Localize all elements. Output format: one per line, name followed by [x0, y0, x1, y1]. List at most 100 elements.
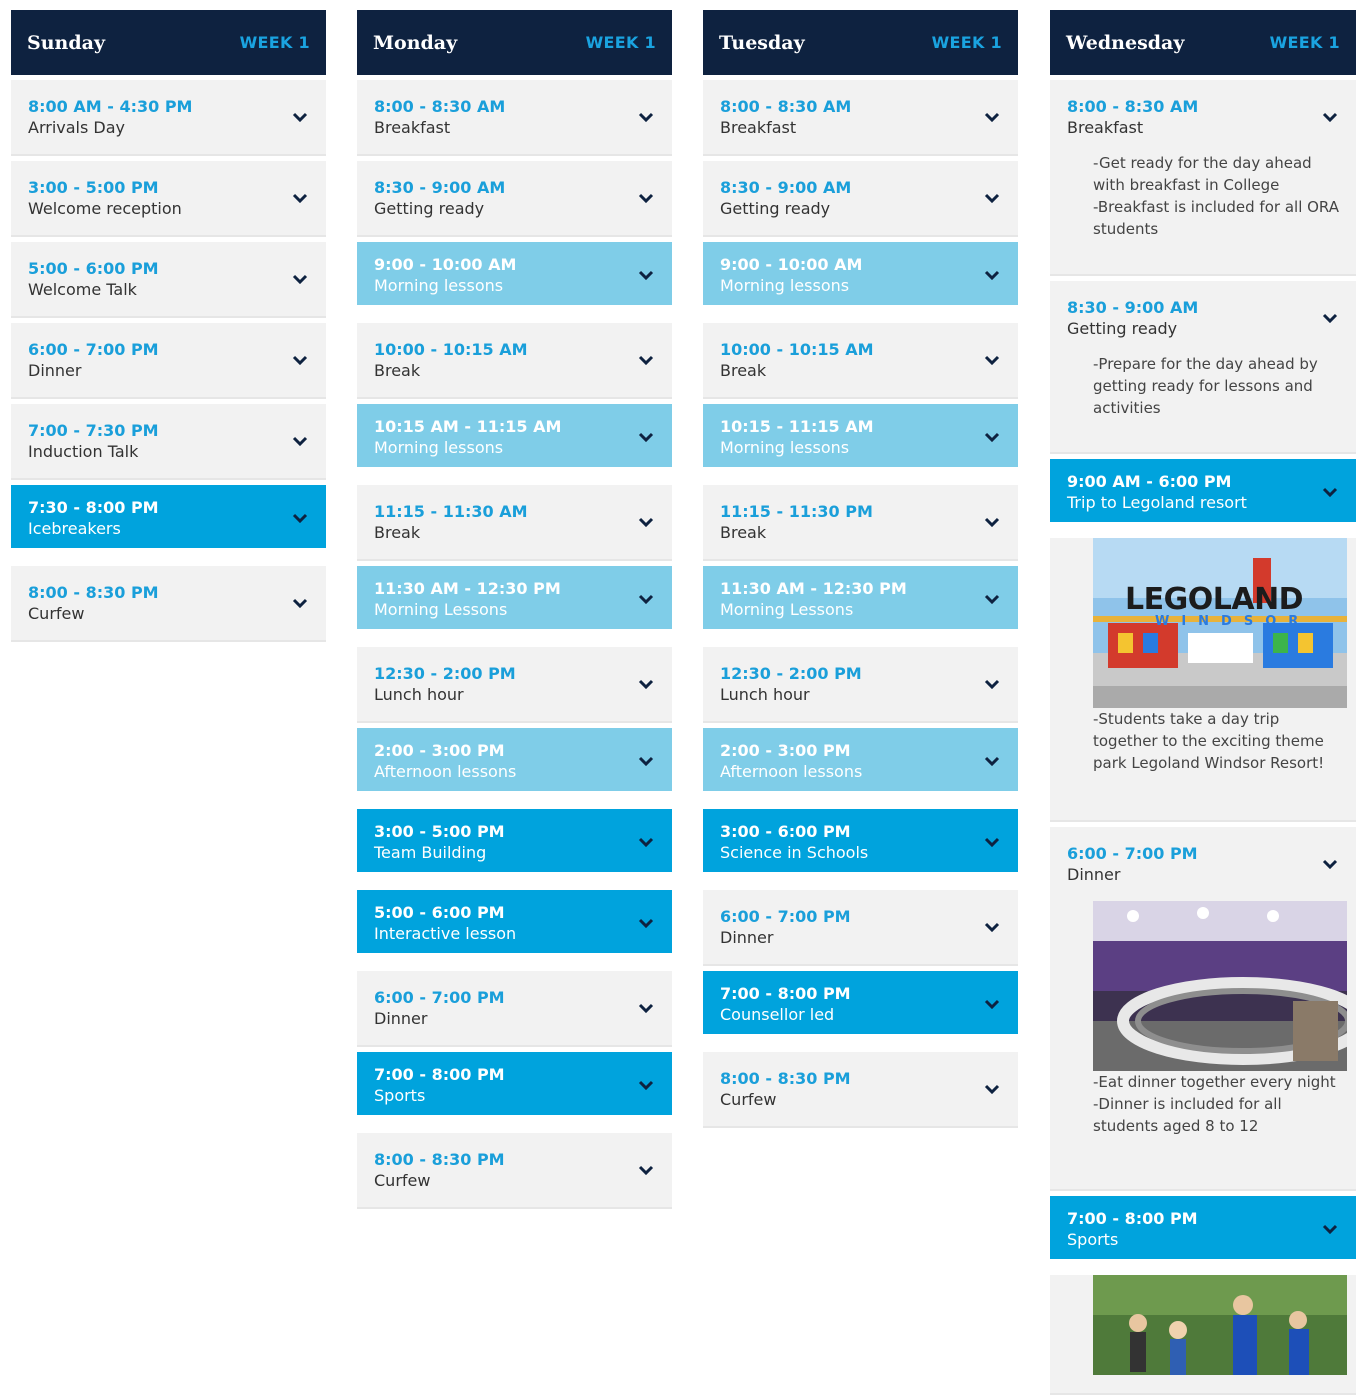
schedule-item[interactable]: 8:30 - 9:00 AM Getting ready [357, 161, 672, 237]
chevron-down-icon[interactable] [292, 274, 308, 284]
chevron-down-icon[interactable] [1322, 487, 1338, 497]
chevron-down-icon[interactable] [638, 355, 654, 365]
chevron-down-icon[interactable] [638, 270, 654, 280]
chevron-down-icon[interactable] [984, 837, 1000, 847]
chevron-down-icon[interactable] [984, 756, 1000, 766]
chevron-down-icon[interactable] [292, 436, 308, 446]
chevron-down-icon[interactable] [638, 1080, 654, 1090]
chevron-down-icon[interactable] [638, 1165, 654, 1175]
item-time: 9:00 - 10:00 AM [720, 255, 863, 274]
chevron-down-icon[interactable] [1322, 112, 1338, 122]
chevron-down-icon[interactable] [638, 679, 654, 689]
item-label: Morning lessons [374, 276, 504, 295]
schedule-item-expanded[interactable]: 6:00 - 7:00 PM Dinner -Eat dinner togeth… [1050, 827, 1356, 1191]
item-label: Break [720, 361, 767, 380]
schedule-item[interactable]: 3:00 - 5:00 PM Welcome reception [11, 161, 326, 237]
chevron-down-icon[interactable] [638, 837, 654, 847]
chevron-down-icon[interactable] [638, 193, 654, 203]
chevron-down-icon[interactable] [638, 594, 654, 604]
schedule-item-expanded[interactable]: 8:00 - 8:30 AM Breakfast -Get ready for … [1050, 80, 1356, 276]
schedule-item[interactable]: 6:00 - 7:00 PM Dinner [357, 971, 672, 1047]
schedule-item[interactable]: 7:00 - 7:30 PM Induction Talk [11, 404, 326, 480]
item-time: 2:00 - 3:00 PM [720, 741, 851, 760]
schedule-item-highlight[interactable]: 9:00 - 10:00 AM Morning lessons [703, 242, 1018, 305]
chevron-down-icon[interactable] [984, 999, 1000, 1009]
chevron-down-icon[interactable] [292, 193, 308, 203]
chevron-down-icon[interactable] [292, 355, 308, 365]
schedule-item-highlight[interactable]: 11:30 AM - 12:30 PM Morning Lessons [357, 566, 672, 629]
chevron-down-icon[interactable] [984, 594, 1000, 604]
chevron-down-icon[interactable] [984, 1084, 1000, 1094]
chevron-down-icon[interactable] [638, 432, 654, 442]
chevron-down-icon[interactable] [984, 355, 1000, 365]
schedule-item-highlight[interactable]: 7:30 - 8:00 PM Icebreakers [11, 485, 326, 548]
chevron-down-icon[interactable] [638, 112, 654, 122]
item-time: 8:00 - 8:30 PM [720, 1069, 851, 1088]
item-time: 8:30 - 9:00 AM [1067, 298, 1199, 317]
item-label: Dinner [28, 361, 82, 380]
chevron-down-icon[interactable] [984, 270, 1000, 280]
item-label: Getting ready [374, 199, 485, 218]
chevron-down-icon[interactable] [1322, 313, 1338, 323]
item-time: 3:00 - 5:00 PM [28, 178, 159, 197]
schedule-item-expanded[interactable]: 8:30 - 9:00 AM Getting ready -Prepare fo… [1050, 281, 1356, 454]
schedule-item[interactable]: 8:00 AM - 4:30 PM Arrivals Day [11, 80, 326, 156]
item-label: Welcome reception [28, 199, 182, 218]
schedule-item[interactable]: 8:00 - 8:30 PM Curfew [357, 1133, 672, 1209]
item-time: 8:00 - 8:30 AM [374, 97, 506, 116]
schedule-item[interactable]: 10:00 - 10:15 AM Break [357, 323, 672, 399]
item-label: Morning Lessons [720, 600, 854, 619]
chevron-down-icon[interactable] [638, 918, 654, 928]
chevron-down-icon[interactable] [292, 112, 308, 122]
schedule-item[interactable]: 12:30 - 2:00 PM Lunch hour [357, 647, 672, 723]
schedule-item-highlight[interactable]: 7:00 - 8:00 PM Sports [1050, 1196, 1356, 1259]
chevron-down-icon[interactable] [1322, 859, 1338, 869]
chevron-down-icon[interactable] [638, 517, 654, 527]
schedule-item[interactable]: 11:15 - 11:30 AM Break [357, 485, 672, 561]
chevron-down-icon[interactable] [984, 193, 1000, 203]
chevron-down-icon[interactable] [292, 513, 308, 523]
item-time: 10:00 - 10:15 AM [720, 340, 874, 359]
chevron-down-icon[interactable] [984, 112, 1000, 122]
schedule-item-highlight[interactable]: 3:00 - 6:00 PM Science in Schools [703, 809, 1018, 872]
item-label: Arrivals Day [28, 118, 125, 137]
schedule-item-highlight[interactable]: 10:15 AM - 11:15 AM Morning lessons [357, 404, 672, 467]
chevron-down-icon[interactable] [638, 756, 654, 766]
schedule-item[interactable]: 8:00 - 8:30 AM Breakfast [703, 80, 1018, 156]
chevron-down-icon[interactable] [292, 598, 308, 608]
item-label: Lunch hour [720, 685, 810, 704]
schedule-item-highlight[interactable]: 2:00 - 3:00 PM Afternoon lessons [703, 728, 1018, 791]
schedule-item[interactable]: 10:00 - 10:15 AM Break [703, 323, 1018, 399]
schedule-item[interactable]: 11:15 - 11:30 PM Break [703, 485, 1018, 561]
schedule-item[interactable]: 6:00 - 7:00 PM Dinner [11, 323, 326, 399]
schedule-item[interactable]: 12:30 - 2:00 PM Lunch hour [703, 647, 1018, 723]
schedule-item-highlight[interactable]: 9:00 AM - 6:00 PM Trip to Legoland resor… [1050, 459, 1356, 522]
schedule-item[interactable]: 5:00 - 6:00 PM Welcome Talk [11, 242, 326, 318]
item-label: Icebreakers [28, 519, 121, 538]
schedule-item[interactable]: 8:00 - 8:30 PM Curfew [11, 566, 326, 642]
schedule-item[interactable]: 8:30 - 9:00 AM Getting ready [703, 161, 1018, 237]
item-time: 5:00 - 6:00 PM [374, 903, 505, 922]
item-time: 8:00 AM - 4:30 PM [28, 97, 193, 116]
chevron-down-icon[interactable] [984, 679, 1000, 689]
chevron-down-icon[interactable] [1322, 1224, 1338, 1234]
schedule-item-highlight[interactable]: 3:00 - 5:00 PM Team Building [357, 809, 672, 872]
chevron-down-icon[interactable] [984, 432, 1000, 442]
schedule-item[interactable]: 8:00 - 8:30 AM Breakfast [357, 80, 672, 156]
schedule-item-highlight[interactable]: 7:00 - 8:00 PM Sports [357, 1052, 672, 1115]
schedule-item-highlight[interactable]: 2:00 - 3:00 PM Afternoon lessons [357, 728, 672, 791]
item-description: -Prepare for the day ahead by getting re… [1093, 355, 1318, 417]
schedule-item-highlight[interactable]: 5:00 - 6:00 PM Interactive lesson [357, 890, 672, 953]
schedule-item[interactable]: 8:00 - 8:30 PM Curfew [703, 1052, 1018, 1128]
item-label: Morning lessons [720, 438, 850, 457]
chevron-down-icon[interactable] [984, 922, 1000, 932]
chevron-down-icon[interactable] [638, 1003, 654, 1013]
schedule-item[interactable]: 6:00 - 7:00 PM Dinner [703, 890, 1018, 966]
item-label: Morning lessons [374, 438, 504, 457]
schedule-item-highlight[interactable]: 10:15 - 11:15 AM Morning lessons [703, 404, 1018, 467]
chevron-down-icon[interactable] [984, 517, 1000, 527]
item-time: 12:30 - 2:00 PM [374, 664, 516, 683]
schedule-item-highlight[interactable]: 7:00 - 8:00 PM Counsellor led [703, 971, 1018, 1034]
schedule-item-highlight[interactable]: 11:30 AM - 12:30 PM Morning Lessons [703, 566, 1018, 629]
schedule-item-highlight[interactable]: 9:00 - 10:00 AM Morning lessons [357, 242, 672, 305]
